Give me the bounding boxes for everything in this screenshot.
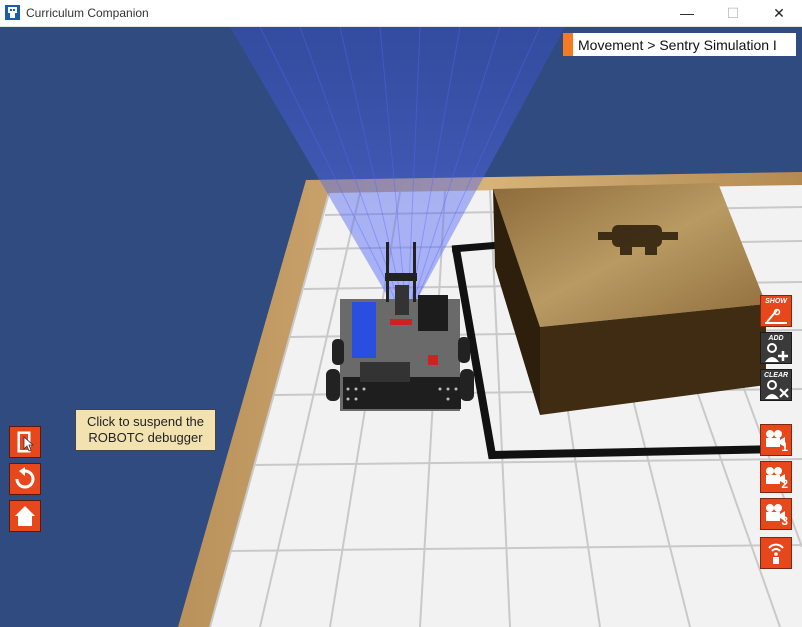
tooltip-line-2: ROBOTC debugger — [88, 430, 203, 445]
camera-3-number: 3 — [781, 514, 788, 528]
pointer-door-icon — [17, 431, 35, 453]
track-line-top — [451, 241, 501, 253]
robot-app-icon — [5, 5, 20, 20]
home-button[interactable] — [9, 500, 41, 532]
home-icon — [15, 506, 35, 526]
reset-button[interactable] — [9, 463, 41, 495]
camera-1-button[interactable]: 1 — [760, 424, 792, 456]
breadcrumb-text: Movement > Sentry Simulation I — [578, 37, 777, 53]
camera-3-button[interactable]: 3 — [760, 498, 792, 530]
window-title: Curriculum Companion — [26, 6, 149, 20]
camera-2-number: 2 — [781, 477, 788, 491]
suspend-debugger-button[interactable] — [9, 426, 41, 458]
simulation-viewport[interactable]: Movement > Sentry Simulation I Click to … — [0, 27, 802, 627]
refresh-icon — [15, 467, 35, 489]
clear-label: CLEAR — [763, 372, 789, 379]
show-path-button[interactable]: SHOW — [760, 295, 792, 327]
remote-signal-icon — [768, 543, 784, 564]
show-label: SHOW — [765, 298, 787, 305]
camera-2-button[interactable]: 2 — [760, 461, 792, 493]
tooltip-line-1: Click to suspend the — [86, 414, 205, 429]
debugger-tooltip: Click to suspend the ROBOTC debugger — [75, 409, 216, 451]
remote-control-button[interactable] — [760, 537, 792, 569]
simulation-scene — [0, 27, 802, 627]
close-button[interactable]: ✕ — [756, 0, 802, 26]
maximize-button[interactable]: ☐ — [710, 0, 756, 26]
clear-waypoints-button[interactable]: CLEAR — [760, 369, 792, 401]
add-person-icon — [765, 343, 788, 362]
breadcrumb: Movement > Sentry Simulation I — [563, 33, 796, 56]
add-label: ADD — [768, 335, 784, 342]
add-waypoint-button[interactable]: ADD — [760, 332, 792, 364]
camera-1-number: 1 — [781, 440, 788, 454]
title-bar: Curriculum Companion — ☐ ✕ — [0, 0, 802, 27]
show-path-icon — [765, 308, 787, 324]
minimize-button[interactable]: — — [664, 0, 710, 26]
breadcrumb-accent — [563, 33, 573, 56]
clear-person-icon — [765, 380, 789, 399]
